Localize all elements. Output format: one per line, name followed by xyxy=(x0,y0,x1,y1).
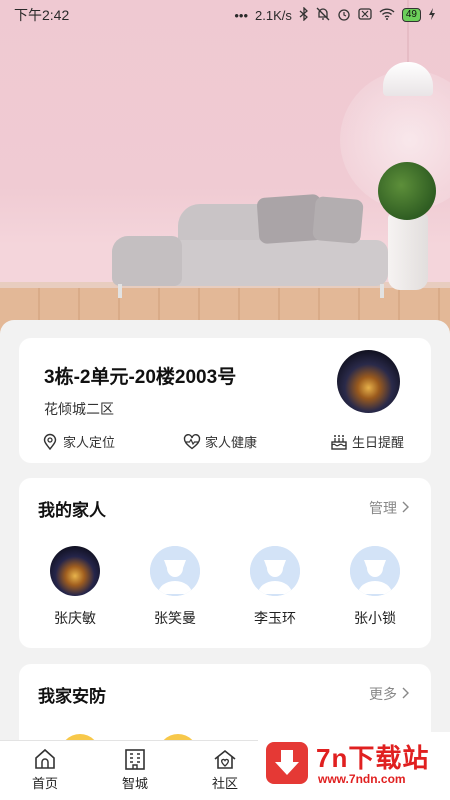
family-card: 我的家人 管理 张庆敏 张笑曼 李玉环 张小锁 xyxy=(19,478,431,648)
community-name: 花倾城二区 xyxy=(44,401,114,417)
status-time: 下午2:42 xyxy=(14,7,70,23)
watermark-url: www.7ndn.com xyxy=(318,772,406,786)
watermark-title: 7n下载站 xyxy=(316,743,430,773)
battery-icon: 49 xyxy=(401,8,421,22)
alarm-icon xyxy=(337,7,351,24)
lamp-icon xyxy=(383,62,433,96)
more-dots-icon: ••• xyxy=(234,7,249,23)
sofa-arm xyxy=(112,236,182,286)
action-birthday-reminder[interactable]: 生日提醒 xyxy=(330,432,404,451)
bluetooth-icon xyxy=(299,5,309,24)
community-icon xyxy=(214,749,236,769)
member-avatar xyxy=(50,546,100,596)
family-member[interactable]: 张庆敏 xyxy=(35,546,115,628)
heart-pulse-icon xyxy=(183,433,201,449)
home-icon xyxy=(35,748,55,769)
family-title: 我的家人 xyxy=(38,501,106,520)
manage-label: 管理 xyxy=(369,500,397,516)
plant-icon xyxy=(378,162,436,220)
tab-smart-city[interactable]: 智城 xyxy=(100,747,170,792)
default-avatar-icon xyxy=(350,546,400,596)
tab-label: 社区 xyxy=(211,776,238,791)
hero-banner-image xyxy=(0,0,450,340)
chevron-right-icon xyxy=(401,500,409,516)
birthday-cake-icon xyxy=(331,434,347,450)
pillow xyxy=(312,195,364,245)
mute-bell-icon xyxy=(316,7,330,24)
default-avatar-icon xyxy=(250,546,300,596)
member-name: 张小锁 xyxy=(354,610,396,626)
member-name: 李玉环 xyxy=(254,610,296,626)
tab-home[interactable]: 首页 xyxy=(10,747,80,792)
action-label: 家人健康 xyxy=(205,435,258,450)
location-pin-icon xyxy=(43,433,57,450)
network-speed: 2.1K/s xyxy=(255,7,292,23)
family-member[interactable]: 张小锁 xyxy=(335,546,415,628)
action-family-health[interactable]: 家人健康 xyxy=(183,432,257,451)
plant-pot xyxy=(388,214,428,290)
status-icons: ••• 2.1K/s 49 xyxy=(234,5,436,24)
sofa-leg xyxy=(380,284,384,298)
home-card[interactable]: 3栋-2单元-20楼2003号 花倾城二区 家人定位 家人健康 生日提醒 xyxy=(19,338,431,463)
default-avatar-icon xyxy=(150,546,200,596)
member-name: 张笑曼 xyxy=(154,610,196,626)
download-icon xyxy=(266,742,308,784)
tab-community[interactable]: 社区 xyxy=(190,747,260,792)
security-title: 我家安防 xyxy=(38,687,106,706)
status-bar: 下午2:42 ••• 2.1K/s 49 xyxy=(0,0,450,30)
action-label: 生日提醒 xyxy=(352,435,405,450)
charging-icon xyxy=(428,7,436,23)
family-member[interactable]: 张笑曼 xyxy=(135,546,215,628)
building-icon xyxy=(125,749,145,770)
home-avatar[interactable] xyxy=(337,350,400,413)
member-name: 张庆敏 xyxy=(54,610,96,626)
home-address: 3栋-2单元-20楼2003号 xyxy=(44,367,237,388)
wifi-icon xyxy=(379,7,395,23)
more-label: 更多 xyxy=(369,686,397,702)
action-family-location[interactable]: 家人定位 xyxy=(41,432,115,451)
more-button[interactable]: 更多 xyxy=(369,684,409,704)
sofa-leg xyxy=(118,284,122,298)
manage-button[interactable]: 管理 xyxy=(369,498,409,518)
chevron-right-icon xyxy=(401,686,409,702)
tab-label: 智城 xyxy=(121,776,148,791)
action-label: 家人定位 xyxy=(63,435,116,450)
tab-label: 首页 xyxy=(31,776,58,791)
sim-off-icon xyxy=(358,7,372,23)
family-member[interactable]: 李玉环 xyxy=(235,546,315,628)
watermark: 7n下载站 www.7ndn.com xyxy=(258,732,450,794)
